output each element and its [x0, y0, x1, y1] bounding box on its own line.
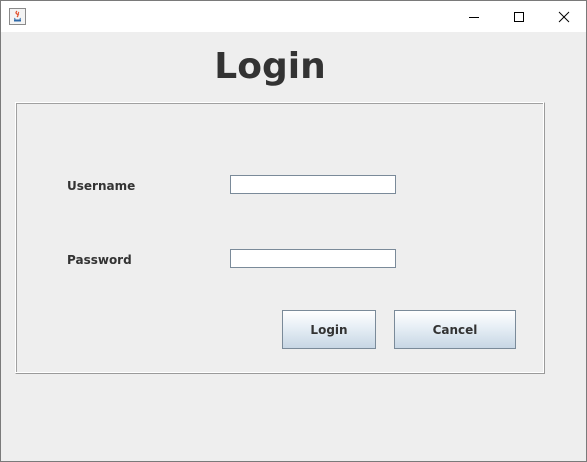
- close-icon: [558, 11, 570, 22]
- minimize-button[interactable]: [451, 1, 497, 32]
- maximize-icon: [514, 11, 524, 22]
- username-field[interactable]: [230, 175, 396, 194]
- java-app-icon[interactable]: [9, 8, 26, 25]
- minimize-icon: [469, 16, 479, 18]
- login-button[interactable]: Login: [282, 310, 376, 349]
- page-title: Login: [214, 46, 326, 87]
- password-label: Password: [67, 253, 132, 267]
- password-field[interactable]: [230, 249, 396, 268]
- login-window: Login Username Password Login Cancel: [0, 0, 587, 462]
- cancel-button[interactable]: Cancel: [394, 310, 516, 349]
- maximize-button[interactable]: [496, 1, 542, 32]
- close-button[interactable]: [541, 1, 587, 32]
- login-form-panel: Username Password Login Cancel: [15, 102, 545, 374]
- title-bar[interactable]: [1, 1, 586, 32]
- username-label: Username: [67, 179, 136, 193]
